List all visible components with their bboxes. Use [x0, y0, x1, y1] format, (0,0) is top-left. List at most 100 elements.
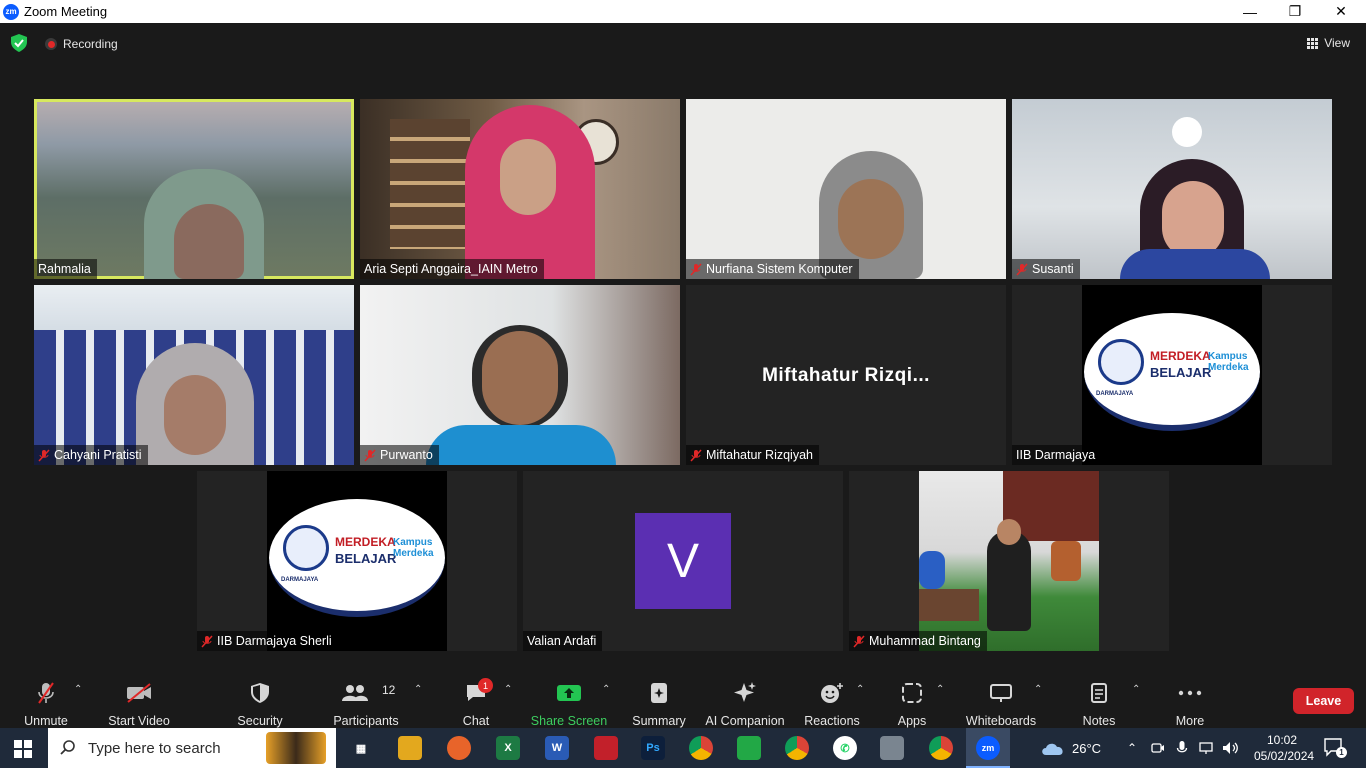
excel-icon[interactable]: X [496, 736, 520, 760]
share-screen-button[interactable]: Share Screen [531, 672, 607, 728]
meeting-top-bar: Recording View [0, 23, 1366, 63]
participant-face [174, 204, 244, 279]
green-app-icon[interactable] [737, 736, 761, 760]
video-tile-miftahatur[interactable]: Miftahatur Rizqi... Miftahatur Rizqiyah [686, 285, 1006, 465]
chrome-second-profile-icon[interactable] [929, 736, 953, 760]
encryption-shield-icon[interactable] [11, 34, 27, 52]
participant-name: IIB Darmajaya Sherli [197, 631, 338, 651]
participant-video [919, 471, 1099, 651]
participants-button[interactable]: Participants 12 [332, 672, 400, 728]
search-icon [60, 740, 75, 755]
muted-mic-icon [853, 634, 865, 648]
more-button[interactable]: More [1170, 672, 1210, 728]
apps-options-caret-icon[interactable]: ⌃ [936, 684, 944, 695]
chat-options-caret-icon[interactable]: ⌃ [504, 684, 512, 695]
recording-dot-icon [45, 38, 57, 50]
security-button[interactable]: Security [236, 672, 284, 728]
video-tile-valian[interactable]: V Valian Ardafi [523, 471, 843, 651]
snipping-tool-icon[interactable] [594, 736, 618, 760]
participant-name: Aria Septi Anggaira_IAIN Metro [360, 259, 544, 279]
maximize-button[interactable]: ❐ [1272, 0, 1318, 23]
file-explorer-icon[interactable] [398, 736, 422, 760]
notes-options-caret-icon[interactable]: ⌃ [1132, 684, 1140, 695]
unmute-button[interactable]: Unmute [20, 672, 72, 728]
summary-icon [651, 683, 667, 703]
window-title: Zoom Meeting [24, 4, 108, 19]
participant-name: Miftahatur Rizqiyah [686, 445, 819, 465]
weather-temperature: 26°C [1072, 740, 1102, 756]
volume-icon[interactable] [1222, 728, 1240, 768]
reactions-options-caret-icon[interactable]: ⌃ [856, 684, 864, 695]
task-view-icon[interactable]: ▦ [349, 736, 373, 760]
participant-face [1162, 181, 1224, 259]
chat-button[interactable]: Chat 1 [456, 672, 496, 728]
taskbar-search-box[interactable]: Type here to search [48, 728, 336, 768]
whiteboards-options-caret-icon[interactable]: ⌃ [1034, 684, 1042, 695]
smiley-reaction-icon [821, 683, 843, 703]
show-hidden-icons-chevron[interactable]: ⌃ [1127, 728, 1137, 768]
muted-mic-icon [38, 448, 50, 462]
video-tile-susanti[interactable]: Susanti [1012, 99, 1332, 279]
printer-app-icon[interactable] [880, 736, 904, 760]
chrome-profile-icon[interactable] [785, 736, 809, 760]
close-button[interactable]: ✕ [1318, 0, 1364, 23]
video-tile-rahmalia[interactable]: Rahmalia [34, 99, 354, 279]
system-clock[interactable]: 10:02 05/02/2024 [1254, 732, 1315, 764]
participant-face [164, 375, 226, 455]
leave-button[interactable]: Leave [1293, 688, 1354, 714]
zoom-taskbar-active[interactable]: zm [966, 728, 1010, 768]
title-bar: zm Zoom Meeting — ❐ ✕ [0, 0, 1366, 23]
participant-name: Rahmalia [34, 259, 97, 279]
reactions-button[interactable]: Reactions [803, 672, 861, 728]
ai-companion-button[interactable]: AI Companion [705, 672, 785, 728]
word-icon[interactable]: W [545, 736, 569, 760]
university-crest-icon [283, 525, 329, 571]
participant-count: 12 [382, 683, 396, 697]
participant-name: Susanti [1012, 259, 1080, 279]
video-tile-iib-darmajaya[interactable]: MERDEKA BELAJAR Kampus Merdeka DARMAJAYA … [1012, 285, 1332, 465]
video-tile-purwanto[interactable]: Purwanto [360, 285, 680, 465]
meet-now-icon[interactable] [1151, 728, 1165, 768]
notification-center-icon[interactable]: 1 [1324, 738, 1347, 758]
video-tile-iib-darmajaya-sherli[interactable]: MERDEKA BELAJAR Kampus Merdeka DARMAJAYA … [197, 471, 517, 651]
share-screen-icon [557, 685, 581, 701]
clock-time: 10:02 [1266, 733, 1298, 747]
zoom-app-icon: zm [3, 3, 19, 20]
participants-options-caret-icon[interactable]: ⌃ [414, 684, 422, 695]
participant-name: Nurfiana Sistem Komputer [686, 259, 859, 279]
muted-mic-icon [364, 448, 376, 462]
clock-date: 05/02/2024 [1254, 749, 1315, 763]
merdeka-belajar-logo: MERDEKA BELAJAR Kampus Merdeka DARMAJAYA [267, 471, 447, 651]
video-tile-nurfiana[interactable]: Nurfiana Sistem Komputer [686, 99, 1006, 279]
weather-widget[interactable]: 26°C [1040, 728, 1101, 768]
participant-name: IIB Darmajaya [1012, 445, 1102, 465]
chat-unread-badge: 1 [478, 678, 493, 693]
audio-options-caret-icon[interactable]: ⌃ [74, 684, 82, 695]
apps-button[interactable]: Apps [892, 672, 932, 728]
start-video-button[interactable]: Start Video [106, 672, 172, 728]
notes-button[interactable]: Notes [1078, 672, 1120, 728]
view-button[interactable]: View [1307, 36, 1350, 50]
participant-clothes [1120, 249, 1270, 279]
bookshelf [390, 119, 470, 249]
chrome-icon[interactable] [689, 736, 713, 760]
share-options-caret-icon[interactable]: ⌃ [602, 684, 610, 695]
recording-indicator[interactable]: Recording [45, 37, 118, 51]
photoshop-icon[interactable]: Ps [641, 736, 665, 760]
minimize-button[interactable]: — [1227, 0, 1273, 23]
microphone-tray-icon[interactable] [1176, 728, 1188, 768]
whatsapp-icon[interactable]: ✆ [833, 736, 857, 760]
muted-mic-icon [1016, 262, 1028, 276]
notification-count: 1 [1336, 747, 1347, 758]
windows-start-icon[interactable] [14, 740, 32, 758]
participant-face [482, 331, 558, 425]
video-tile-muhammad-bintang[interactable]: Muhammad Bintang [849, 471, 1169, 651]
whiteboards-button[interactable]: Whiteboards [964, 672, 1038, 728]
video-tile-aria[interactable]: Aria Septi Anggaira_IAIN Metro [360, 99, 680, 279]
firefox-icon[interactable] [447, 736, 471, 760]
network-icon[interactable] [1199, 728, 1215, 768]
video-tile-cahyani[interactable]: Cahyani Pratisti [34, 285, 354, 465]
muted-mic-icon [690, 262, 702, 276]
more-dots-icon [1178, 690, 1202, 696]
summary-button[interactable]: Summary [630, 672, 688, 728]
